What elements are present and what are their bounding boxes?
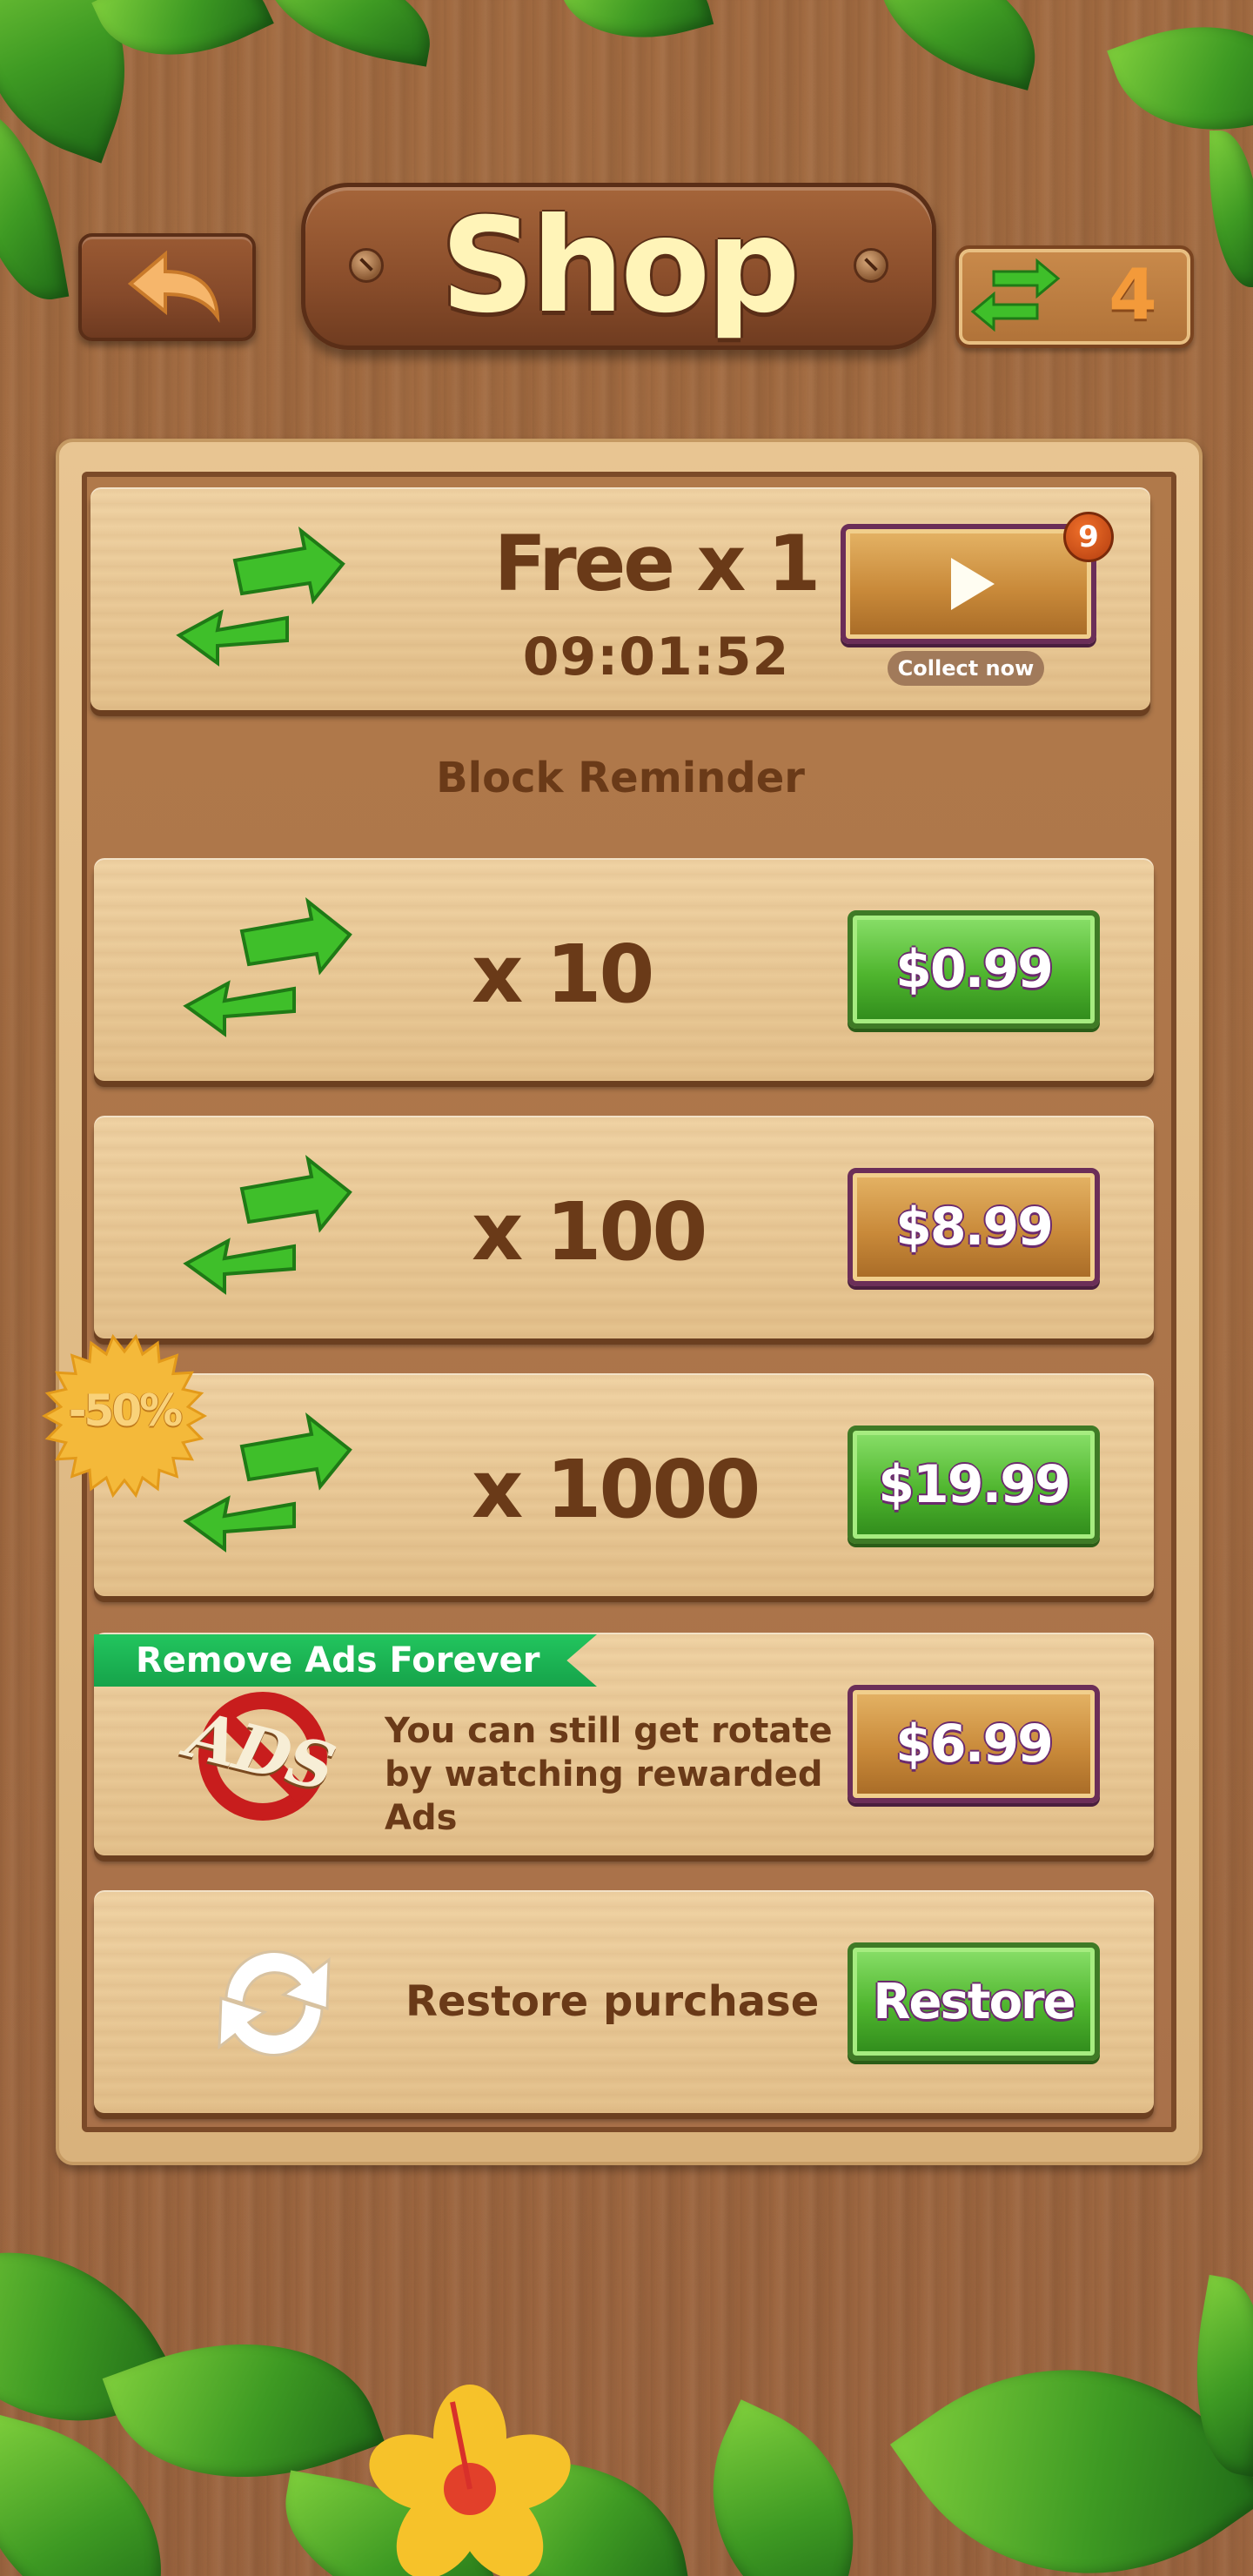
reminder-count: 4 xyxy=(1109,254,1157,335)
leaf-decoration xyxy=(859,0,1055,91)
remove-ads-description-line: by watching rewarded xyxy=(385,1754,823,1794)
watch-ad-button[interactable] xyxy=(841,524,1096,644)
leaf-decoration xyxy=(667,2399,899,2576)
swap-arrows-icon xyxy=(183,897,352,1037)
discount-label: -50% xyxy=(68,1385,183,1436)
section-title: Block Reminder xyxy=(436,754,805,802)
swap-arrows-icon xyxy=(176,527,345,667)
play-icon xyxy=(951,558,995,610)
leaf-decoration xyxy=(1209,131,1253,287)
buy-button[interactable]: $8.99 xyxy=(848,1168,1100,1286)
title-plank: Shop xyxy=(301,183,936,350)
restore-purchase-label: Restore purchase xyxy=(405,1977,820,2026)
leaf-decoration xyxy=(889,2284,1253,2576)
remove-ads-description-line: Ads xyxy=(385,1798,458,1838)
leaf-decoration xyxy=(254,0,442,67)
swap-arrows-icon xyxy=(183,1412,352,1553)
remove-ads-ribbon: Remove Ads Forever xyxy=(94,1634,597,1687)
back-arrow-icon xyxy=(127,250,220,323)
remove-ads-description-line: You can still get rotate xyxy=(385,1711,833,1751)
flower-icon xyxy=(369,2385,571,2576)
pack-quantity: x 1000 xyxy=(472,1443,761,1536)
free-offer-timer: 09:01:52 xyxy=(522,627,790,688)
buy-button[interactable]: $0.99 xyxy=(848,910,1100,1029)
page-title: Shop xyxy=(440,191,800,342)
pack-quantity: x 10 xyxy=(472,928,654,1021)
collect-now-label: Collect now xyxy=(888,651,1044,686)
reminder-counter: 4 xyxy=(955,245,1194,348)
free-offer-label: Free x 1 xyxy=(493,519,821,608)
swap-arrows-icon xyxy=(183,1155,352,1295)
pack-quantity: x 100 xyxy=(472,1185,707,1278)
remove-ads-buy-button[interactable]: $6.99 xyxy=(848,1685,1100,1803)
restore-cycle-icon xyxy=(218,1950,331,2056)
swap-arrows-icon xyxy=(970,258,1061,332)
leaf-decoration xyxy=(556,0,714,61)
back-button[interactable] xyxy=(78,233,256,341)
restore-button[interactable]: Restore xyxy=(848,1942,1100,2061)
buy-button[interactable]: $19.99 xyxy=(848,1426,1100,1544)
ad-count-badge: 9 xyxy=(1063,512,1114,562)
